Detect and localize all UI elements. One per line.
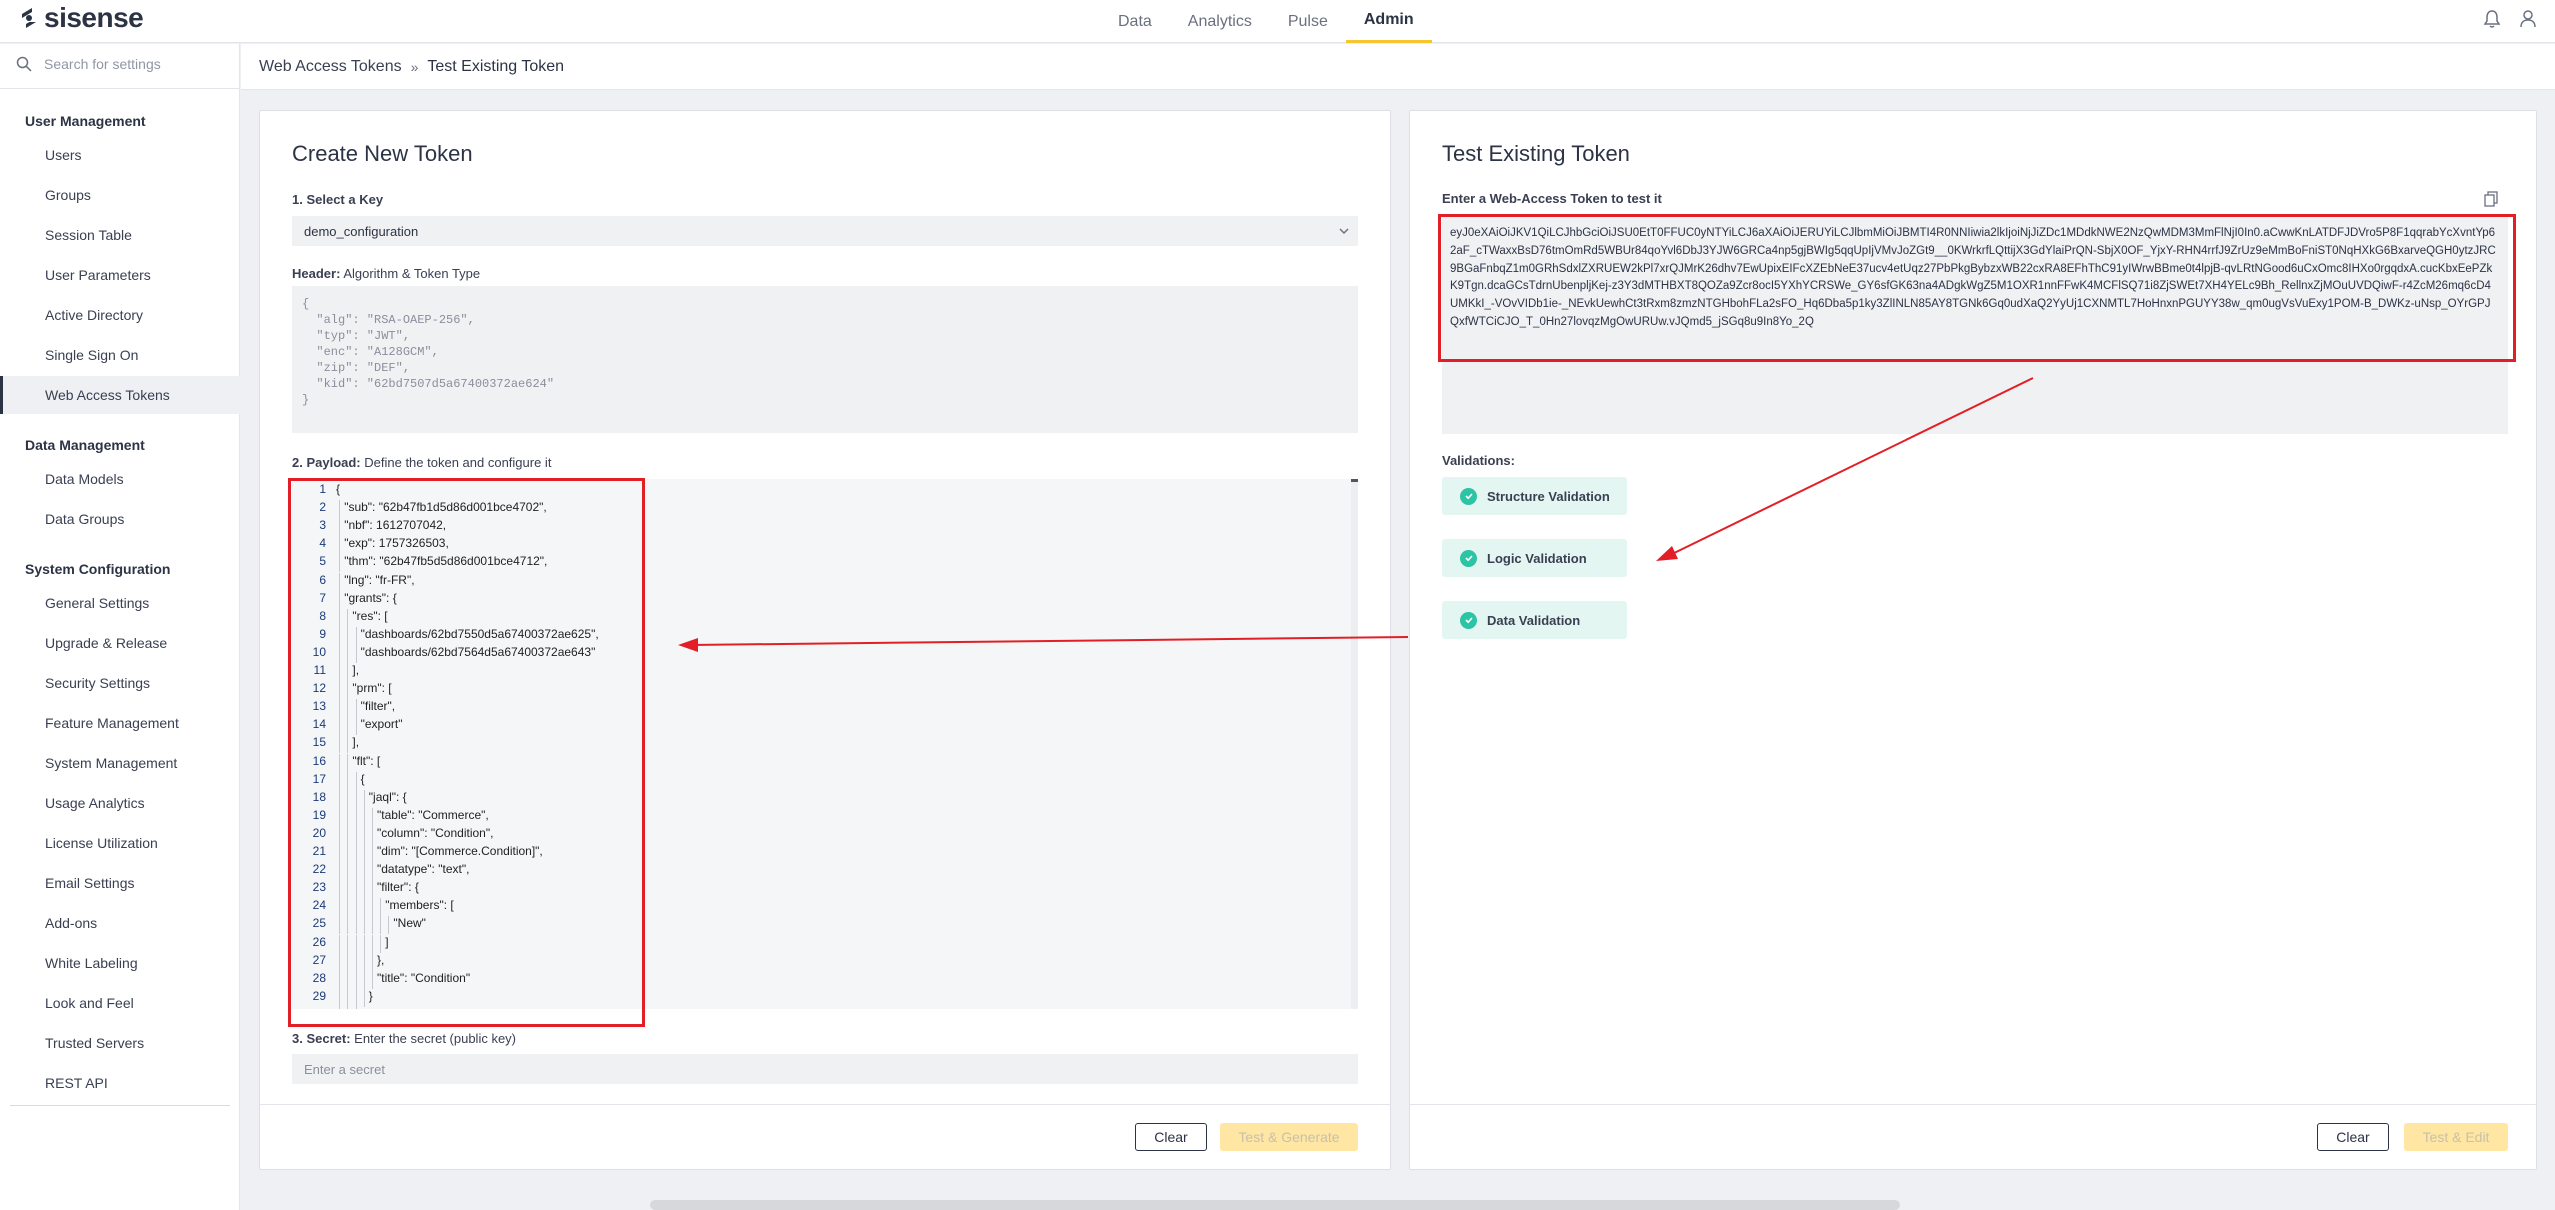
editor-scrollbar[interactable] bbox=[1351, 479, 1358, 1009]
panel-footer-divider bbox=[1410, 1104, 2536, 1105]
search-divider bbox=[0, 88, 240, 89]
copy-icon[interactable] bbox=[2484, 191, 2498, 207]
sidebar-item-trusted-servers[interactable]: Trusted Servers bbox=[0, 1024, 240, 1062]
select-key-label: 1. Select a Key bbox=[292, 192, 384, 207]
sidebar-item-user-parameters[interactable]: User Parameters bbox=[0, 256, 240, 294]
validations-label: Validations: bbox=[1442, 453, 1515, 468]
section-title-system-configuration: System Configuration bbox=[25, 561, 171, 577]
payload-label-bold: 2. Payload: bbox=[292, 455, 361, 470]
settings-search-input[interactable] bbox=[44, 56, 224, 72]
structure-validation-badge: Structure Validation bbox=[1442, 477, 1627, 515]
editor-scrollbar-thumb[interactable] bbox=[1351, 479, 1358, 482]
payload-highlight-box bbox=[288, 478, 645, 1027]
nav-tab-analytics[interactable]: Analytics bbox=[1170, 0, 1270, 43]
section-title-user-management: User Management bbox=[25, 113, 146, 129]
check-circle-icon bbox=[1460, 611, 1477, 629]
breadcrumb-separator: » bbox=[410, 58, 419, 75]
secret-input[interactable] bbox=[292, 1054, 1358, 1084]
user-icon[interactable] bbox=[2519, 9, 2537, 29]
settings-sidebar: User Management Users Groups Session Tab… bbox=[0, 44, 240, 1210]
check-circle-icon bbox=[1460, 549, 1477, 567]
panel-footer-divider bbox=[260, 1104, 1390, 1105]
payload-label: 2. Payload: Define the token and configu… bbox=[292, 455, 551, 470]
breadcrumb-link-web-access-tokens[interactable]: Web Access Tokens bbox=[259, 58, 402, 76]
search-icon bbox=[16, 56, 32, 72]
sidebar-item-upgrade-release[interactable]: Upgrade & Release bbox=[0, 624, 240, 662]
sidebar-item-look-and-feel[interactable]: Look and Feel bbox=[0, 984, 240, 1022]
sidebar-item-users[interactable]: Users bbox=[0, 136, 240, 174]
check-circle-icon bbox=[1460, 487, 1477, 505]
sidebar-item-data-models[interactable]: Data Models bbox=[0, 460, 240, 498]
structure-validation-label: Structure Validation bbox=[1487, 488, 1610, 504]
secret-label-bold: 3. Secret: bbox=[292, 1031, 351, 1046]
main-nav: Data Analytics Pulse Admin bbox=[1100, 0, 1432, 43]
token-highlight-box bbox=[1438, 214, 2516, 362]
sidebar-item-web-access-tokens[interactable]: Web Access Tokens bbox=[0, 376, 240, 414]
horizontal-scrollbar[interactable] bbox=[650, 1200, 1900, 1210]
secret-label: 3. Secret: Enter the secret (public key) bbox=[292, 1031, 516, 1046]
nav-tab-pulse[interactable]: Pulse bbox=[1270, 0, 1346, 43]
test-token-panel: Test Existing Token Enter a Web-Access T… bbox=[1409, 110, 2537, 1170]
sidebar-item-add-ons[interactable]: Add-ons bbox=[0, 904, 240, 942]
sidebar-item-email-settings[interactable]: Email Settings bbox=[0, 864, 240, 902]
create-token-panel: Create New Token 1. Select a Key demo_co… bbox=[259, 110, 1391, 1170]
sidebar-item-groups[interactable]: Groups bbox=[0, 176, 240, 214]
sidebar-item-license-utilization[interactable]: License Utilization bbox=[0, 824, 240, 862]
sidebar-item-rest-api[interactable]: REST API bbox=[0, 1064, 240, 1102]
sidebar-item-white-labeling[interactable]: White Labeling bbox=[0, 944, 240, 982]
token-label: Enter a Web-Access Token to test it bbox=[1442, 191, 1662, 206]
clear-button[interactable]: Clear bbox=[1135, 1123, 1207, 1151]
sidebar-item-feature-management[interactable]: Feature Management bbox=[0, 704, 240, 742]
header-label-rest: Algorithm & Token Type bbox=[340, 266, 481, 281]
sidebar-item-system-management[interactable]: System Management bbox=[0, 744, 240, 782]
clear-button[interactable]: Clear bbox=[2317, 1123, 2389, 1151]
create-token-title: Create New Token bbox=[292, 141, 473, 166]
sidebar-item-active-directory[interactable]: Active Directory bbox=[0, 296, 240, 334]
sidebar-item-data-groups[interactable]: Data Groups bbox=[0, 500, 240, 538]
sidebar-item-session-table[interactable]: Session Table bbox=[0, 216, 240, 254]
header-label: Header: Algorithm & Token Type bbox=[292, 266, 480, 281]
secret-label-rest: Enter the secret (public key) bbox=[350, 1031, 517, 1046]
logo-text: sisense bbox=[44, 2, 144, 33]
logic-validation-badge: Logic Validation bbox=[1442, 539, 1627, 577]
breadcrumb-current: Test Existing Token bbox=[427, 57, 565, 75]
test-and-edit-button[interactable]: Test & Edit bbox=[2404, 1123, 2508, 1151]
header-json: { "alg": "RSA-OAEP-256", "typ": "JWT", "… bbox=[292, 286, 1358, 433]
data-validation-label: Data Validation bbox=[1487, 612, 1581, 628]
top-icons bbox=[2483, 9, 2537, 29]
sisense-logo-icon bbox=[22, 8, 36, 28]
test-and-generate-button[interactable]: Test & Generate bbox=[1220, 1123, 1358, 1151]
logic-validation-label: Logic Validation bbox=[1487, 550, 1587, 566]
bell-icon[interactable] bbox=[2483, 9, 2501, 29]
section-title-data-management: Data Management bbox=[25, 437, 145, 453]
sidebar-divider bbox=[10, 1105, 230, 1106]
sidebar-item-general-settings[interactable]: General Settings bbox=[0, 584, 240, 622]
top-bar: sisense Data Analytics Pulse Admin bbox=[0, 0, 2555, 43]
sidebar-item-usage-analytics[interactable]: Usage Analytics bbox=[0, 784, 240, 822]
nav-tab-data[interactable]: Data bbox=[1100, 0, 1170, 43]
sidebar-item-security-settings[interactable]: Security Settings bbox=[0, 664, 240, 702]
chevron-down-icon bbox=[1339, 228, 1349, 235]
settings-search bbox=[16, 56, 226, 72]
key-select-value: demo_configuration bbox=[304, 223, 419, 239]
header-label-bold: Header: bbox=[292, 266, 341, 281]
key-select[interactable]: demo_configuration bbox=[292, 216, 1358, 246]
payload-label-rest: Define the token and configure it bbox=[360, 455, 552, 470]
nav-tab-admin[interactable]: Admin bbox=[1345, 0, 1432, 43]
breadcrumb: Web Access Tokens » Test Existing Token bbox=[241, 44, 2555, 90]
test-token-title: Test Existing Token bbox=[1442, 141, 1630, 166]
data-validation-badge: Data Validation bbox=[1442, 601, 1627, 639]
sisense-logo[interactable]: sisense bbox=[18, 2, 144, 34]
sidebar-item-single-sign-on[interactable]: Single Sign On bbox=[0, 336, 240, 374]
